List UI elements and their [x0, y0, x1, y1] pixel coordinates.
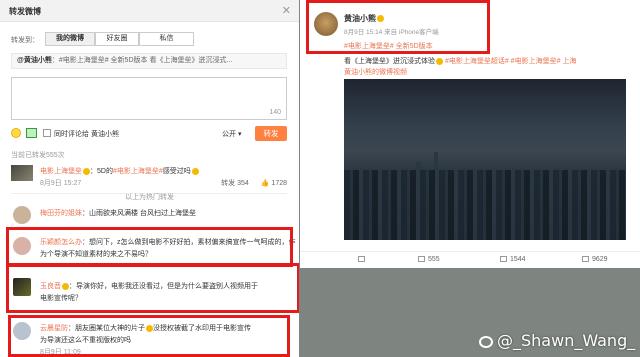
repost-dialog: 转发微博 ✕ 转发到： 我的微博 好友圈 私信 @黄油小熊：#电影上海堡垒# 全… [0, 0, 299, 357]
list-item: 玉良音 ：导演你好，电影我还没看过，但是为什么要盗别人视频用于 电影宣传呢？ [0, 272, 299, 304]
verified-icon [83, 167, 90, 175]
item-author[interactable]: 电影上海堡垒 [40, 168, 82, 175]
weibo-logo-icon [479, 335, 493, 348]
close-icon[interactable]: ✕ [282, 4, 291, 17]
repost-textarea[interactable]: 140 [11, 77, 287, 120]
item-text: ：想问下，z怎么做到电影不好好拍，素材偏来搞宣传一气呵成的，作 [82, 239, 296, 246]
item-text: ：山雨欲来风满楼 台风扫过上海堡垒 [82, 210, 196, 217]
item-text-line-2: 电影宣传呢？ [40, 295, 82, 302]
repost-icon [418, 256, 425, 263]
avatar[interactable] [13, 278, 31, 296]
tab-private-message[interactable]: 私信 [139, 32, 194, 46]
item-stats: 转发 354 👍 1728 [211, 178, 287, 188]
image-icon[interactable] [26, 128, 37, 138]
emoji-icon[interactable] [11, 128, 21, 138]
item-text: ：导演你好，电影我还没看过，但是为什么要盗别人视频用于 [69, 283, 258, 290]
repost-action[interactable]: 555 [418, 256, 440, 263]
tab-friend-circle[interactable]: 好友圈 [95, 32, 139, 46]
also-comment-checkbox[interactable] [43, 129, 51, 137]
hot-repost-divider: 以上为热门转发 [125, 194, 174, 201]
post-text-line: #电影上海堡垒# 全新5D版本 [344, 41, 634, 51]
comment-count-label: 1544 [510, 256, 526, 263]
item-text-b: 没授权被截了水印用于电影宣传 [153, 325, 251, 332]
topic-link[interactable]: #电影上海堡垒超话# #电影上海堡垒# [445, 58, 561, 65]
item-like-count: 1728 [271, 180, 287, 187]
post-text-line-2: 看《上海堡垒》迸沉浸式体验 #电影上海堡垒超话# #电影上海堡垒# 上海 [344, 56, 636, 66]
post-topic-text[interactable]: #电影上海堡垒# 全新5D版本 [344, 43, 433, 50]
item-time: 8月9日 11:09 [40, 349, 81, 356]
item-text-line-2: 为导演还这么不重视版权的吗 [40, 337, 131, 344]
item-text-line: 乐颖颜怎么办：想问下，z怎么做到电影不好好拍，素材偏来搞宣传一气呵成的，作 [40, 237, 296, 247]
like-icon[interactable]: 👍 [261, 180, 270, 187]
list-item: 云晨星防：朋友圈某位大神的片子 没授权被截了水印用于电影宣传 为导演还这么不重视版… [0, 317, 299, 357]
item-author[interactable]: 乐颖颜怎么办 [40, 239, 82, 246]
dialog-title: 转发微博 [9, 7, 41, 16]
list-item: 乐颖颜怎么办：想问下，z怎么做到电影不好好拍，素材偏来搞宣传一气呵成的，作 为个… [0, 234, 299, 262]
favorite-button[interactable] [358, 256, 368, 263]
tabs-label: 转发到： [11, 37, 39, 44]
repost-count-label: 555 [428, 256, 440, 263]
item-text-line: 云晨星防：朋友圈某位大神的片子 没授权被截了水印用于电影宣传 [40, 323, 290, 333]
item-author[interactable]: 梅田芬的姐妹 [40, 210, 82, 217]
also-comment-label: 同时评论给 黄油小熊 [54, 131, 119, 138]
repost-target-tabs: 转发到： 我的微博 好友圈 私信 [0, 31, 299, 47]
like-count-label: 9629 [592, 256, 608, 263]
quote-author[interactable]: @黄油小熊 [17, 57, 52, 64]
verified-icon [377, 15, 384, 23]
item-time: 8月9日 15:27 [40, 180, 82, 187]
tab-my-weibo[interactable]: 我的微博 [45, 32, 95, 46]
repost-count: 当前已转发555次 [11, 152, 65, 159]
like-icon [582, 256, 589, 263]
topic-link[interactable]: #电影上海堡垒# [113, 168, 163, 175]
item-text-line: 玉良音 ：导演你好，电影我还没看过，但是为什么要盗别人视频用于 [40, 281, 258, 291]
avatar[interactable] [11, 165, 33, 181]
dialog-header: 转发微博 ✕ [0, 0, 299, 22]
watermark: @_Shawn_Wang_ [479, 331, 635, 350]
post-actions: 555 1544 9629 [300, 251, 640, 267]
post-time: 8月9日 15:14 来自 iPhone客户端 [344, 29, 439, 36]
location-link[interactable]: 上海 [562, 58, 576, 65]
item-text: ：5D的 [90, 168, 113, 175]
item-text-line: 电影上海堡垒 ：5D的#电影上海堡垒#感受过吗 [40, 166, 199, 176]
avatar[interactable] [13, 237, 31, 255]
post-author: 黄油小熊 [344, 13, 384, 24]
compose-options: 同时评论给 黄油小熊 公开 ▾ 转发 [11, 126, 287, 142]
like-action[interactable]: 9629 [582, 256, 608, 263]
video-player[interactable] [344, 79, 626, 240]
emoji-icon [191, 167, 199, 175]
char-counter: 140 [269, 109, 281, 116]
verified-icon [62, 282, 69, 290]
quote-text: ：#电影上海堡垒# 全新5D版本 看《上海堡垒》迸沉浸式... [51, 57, 233, 64]
item-author[interactable]: 玉良音 [40, 283, 61, 290]
video-frame [344, 170, 626, 240]
emoji-icon [436, 57, 443, 65]
item-text-tail: 感受过吗 [162, 168, 191, 175]
video-link[interactable]: 黄油小熊的微博视频 [344, 67, 407, 77]
quoted-post: @黄油小熊：#电影上海堡垒# 全新5D版本 看《上海堡垒》迸沉浸式... [11, 53, 287, 69]
post-line-a: 看《上海堡垒》迸沉浸式体验 [344, 58, 435, 65]
post-author-name[interactable]: 黄油小熊 [344, 14, 376, 23]
emoji-icon [146, 324, 153, 332]
visibility-select[interactable]: 公开 ▾ [222, 129, 241, 139]
repost-button[interactable]: 转发 [255, 126, 287, 141]
star-icon [358, 256, 365, 263]
watermark-text: @_Shawn_Wang_ [497, 331, 636, 350]
item-author[interactable]: 云晨星防 [40, 325, 68, 332]
list-item: 梅田芬的姐妹：山雨欲来风满楼 台风扫过上海堡垒 [0, 205, 299, 225]
item-text: ：朋友圈某位大神的片子 [68, 325, 145, 332]
comment-action[interactable]: 1544 [500, 256, 526, 263]
avatar[interactable] [314, 12, 338, 36]
comment-icon [500, 256, 507, 263]
avatar[interactable] [13, 322, 31, 340]
item-text-line: 梅田芬的姐妹：山雨欲来风满楼 台风扫过上海堡垒 [40, 208, 196, 218]
original-post: 黄油小熊 8月9日 15:14 来自 iPhone客户端 #电影上海堡垒# 全新… [300, 0, 640, 357]
avatar[interactable] [13, 206, 31, 224]
item-text-line-2: 为个导演不知道素材的来之不易吗？ [40, 251, 152, 258]
list-item: 电影上海堡垒 ：5D的#电影上海堡垒#感受过吗 8月9日 15:27 转发 354… [0, 161, 299, 192]
item-repost-link[interactable]: 转发 354 [221, 180, 249, 187]
